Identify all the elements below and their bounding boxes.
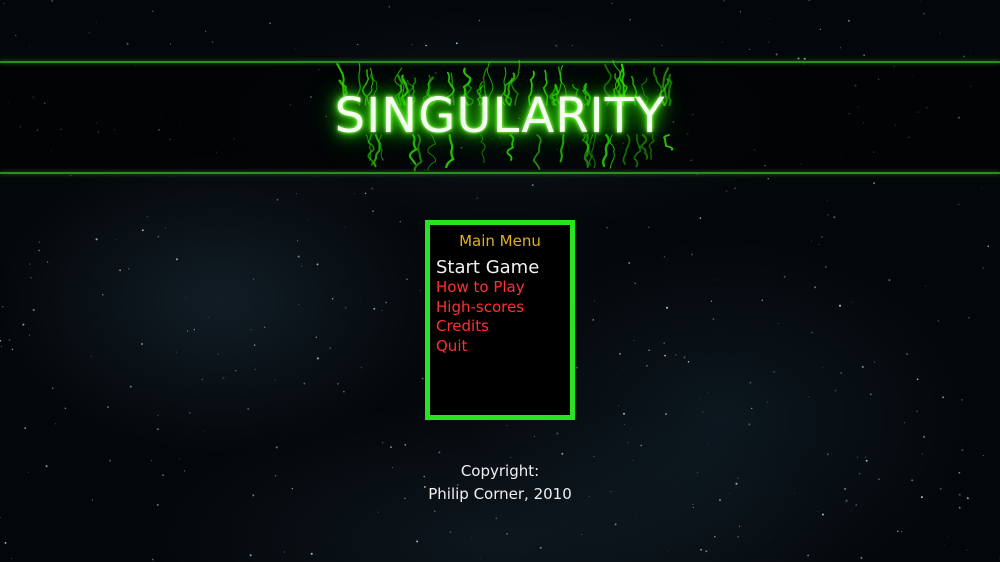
main-menu-panel: Main Menu Start Game How to Play High-sc… — [425, 220, 575, 420]
main-menu-heading: Main Menu — [459, 232, 541, 250]
copyright-notice: Copyright: Philip Corner, 2010 — [0, 460, 1000, 506]
menu-item-quit[interactable]: Quit — [436, 337, 539, 357]
copyright-owner: Philip Corner, 2010 — [428, 485, 572, 503]
menu-item-high-scores[interactable]: High-scores — [436, 298, 539, 318]
menu-item-credits[interactable]: Credits — [436, 317, 539, 337]
menu-item-how-to-play[interactable]: How to Play — [436, 278, 539, 298]
menu-item-start-game[interactable]: Start Game — [436, 258, 539, 278]
main-menu-list: Start Game How to Play High-scores Credi… — [436, 258, 539, 356]
banner-bottom-line — [0, 172, 1000, 174]
copyright-label: Copyright: — [460, 462, 540, 480]
game-title: SINGULARITY — [334, 88, 666, 144]
